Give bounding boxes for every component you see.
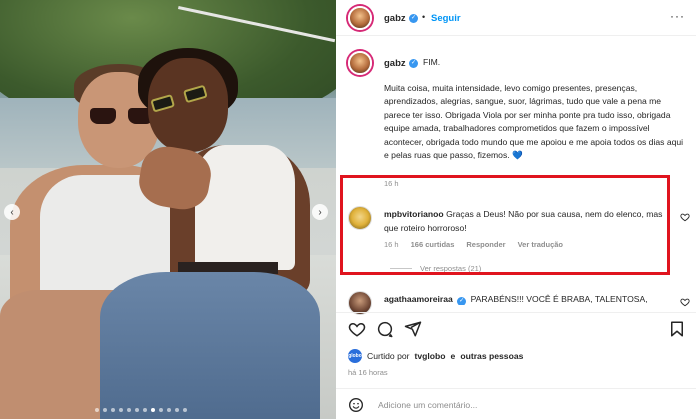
photo-jeans (100, 272, 320, 419)
carousel-dot (183, 408, 187, 412)
comment-author-username[interactable]: agathaamoreiraa (384, 294, 453, 304)
liked-user-avatar[interactable]: globo (348, 349, 362, 363)
liked-prefix: Curtido por (367, 351, 410, 361)
post-header: gabz ✓ • Seguir ··· (336, 0, 696, 36)
more-horizontal-icon[interactable]: ··· (670, 9, 685, 23)
chevron-right-icon: › (318, 206, 322, 218)
carousel-dot (127, 408, 131, 412)
caption-body: Muita coisa, muita intensidade, levo com… (384, 83, 684, 161)
carousel-dot (159, 408, 163, 412)
highlight-box (340, 175, 670, 275)
carousel-dot (135, 408, 139, 412)
verified-icon: ✓ (457, 297, 467, 305)
author-avatar[interactable] (348, 6, 372, 30)
carousel-indicator (95, 408, 187, 412)
liked-user[interactable]: tvglobo (415, 351, 446, 361)
next-slide-button[interactable]: › (312, 204, 328, 220)
carousel-dot (167, 408, 171, 412)
comment-bubble-icon[interactable] (376, 320, 394, 338)
post-photo[interactable]: ‹ › (0, 0, 336, 419)
actions-divider (336, 312, 696, 313)
comment-text: PARABÉNS!!! VOCÊ É BRABA, TALENTOSA, (470, 294, 648, 304)
carousel-dot (151, 408, 155, 412)
carousel-dot (95, 408, 99, 412)
bookmark-icon[interactable] (668, 320, 686, 338)
comment-heart-icon[interactable] (680, 212, 690, 222)
comment-bar (336, 388, 696, 419)
comment-body: agathaamoreiraa ✓ PARABÉNS!!! VOCÊ É BRA… (384, 293, 674, 305)
carousel-dot (143, 408, 147, 412)
follow-button[interactable]: Seguir (431, 13, 461, 24)
photo-man-sunglasses (90, 108, 154, 126)
chevron-left-icon: ‹ (10, 206, 14, 218)
carousel-dot (103, 408, 107, 412)
caption-title: FIM. (423, 57, 441, 67)
share-send-icon[interactable] (404, 320, 422, 338)
carousel-dot (119, 408, 123, 412)
carousel-dot (111, 408, 115, 412)
comment-input[interactable] (378, 398, 608, 412)
comment-heart-icon[interactable] (680, 297, 690, 307)
photo-woman-top (195, 145, 295, 270)
post-time[interactable]: há 16 horas (348, 368, 388, 377)
verified-icon: ✓ (409, 14, 418, 23)
caption-author-username[interactable]: gabz (384, 58, 406, 69)
verified-icon: ✓ (409, 59, 418, 68)
previous-slide-button[interactable]: ‹ (4, 204, 20, 220)
caption-author-avatar[interactable] (348, 51, 372, 75)
carousel-dot (175, 408, 179, 412)
separator-dot: • (422, 12, 426, 22)
liked-others[interactable]: outras pessoas (460, 351, 523, 361)
emoji-icon[interactable] (348, 397, 364, 413)
like-heart-icon[interactable] (348, 320, 366, 338)
liked-by-row: globo Curtido por tvglobo e outras pesso… (348, 349, 523, 363)
liked-connector: e (450, 351, 456, 361)
author-username[interactable]: gabz (384, 13, 406, 24)
